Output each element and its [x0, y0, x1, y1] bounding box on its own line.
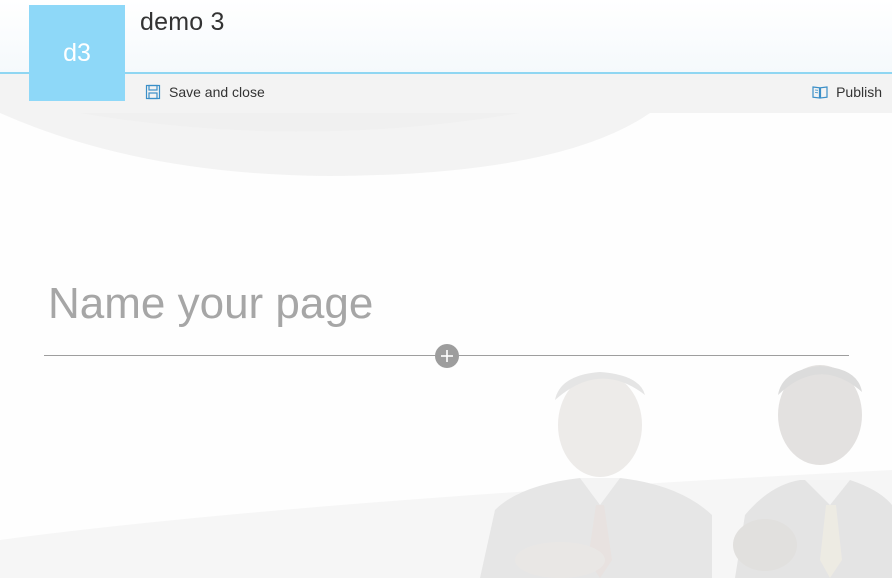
- page-editor: demo 3 d3 Save and close Publish Name yo…: [0, 0, 892, 578]
- site-header: demo 3: [0, 0, 892, 74]
- publish-label: Publish: [836, 84, 882, 100]
- publish-button[interactable]: Publish: [812, 84, 882, 100]
- add-section-button[interactable]: [435, 344, 459, 368]
- site-title[interactable]: demo 3: [140, 8, 225, 37]
- site-logo-text: d3: [63, 38, 91, 67]
- site-logo[interactable]: d3: [29, 5, 125, 101]
- page-title-input[interactable]: [48, 276, 828, 332]
- command-bar: Save and close Publish: [0, 74, 892, 113]
- save-icon: [145, 84, 161, 100]
- plus-icon: [440, 349, 454, 363]
- book-icon: [812, 84, 828, 100]
- save-and-close-button[interactable]: Save and close: [145, 84, 265, 100]
- save-and-close-label: Save and close: [169, 84, 265, 100]
